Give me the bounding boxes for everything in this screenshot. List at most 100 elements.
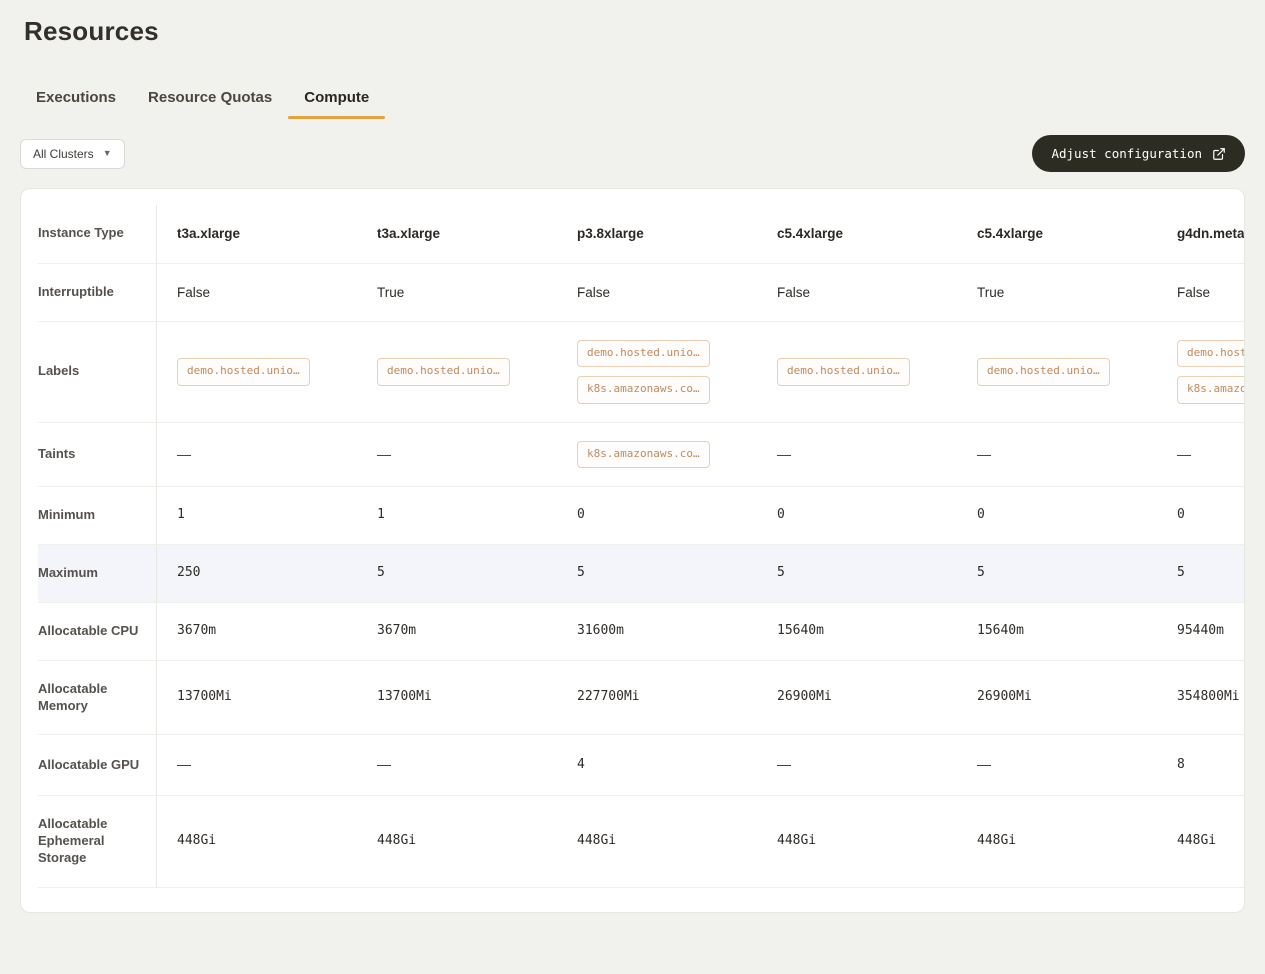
cell-taints-col3: k8s.amazonaws.co…: [557, 423, 757, 486]
label-chip: demo.hosted.unio…: [1177, 340, 1245, 367]
tab-executions[interactable]: Executions: [20, 79, 132, 119]
cell-gpu-col4: —: [757, 735, 957, 795]
cell-minimum-col3: 0: [557, 487, 757, 544]
cell-ephemeral-col2: 448Gi: [357, 813, 557, 870]
table-row-instance_type: Instance Typet3a.xlarget3a.xlargep3.8xla…: [38, 205, 1245, 264]
chevron-down-icon: ▼: [103, 149, 112, 158]
label-chip: k8s.amazonaws.co…: [577, 376, 710, 403]
cell-labels-col2: demo.hosted.unio…: [357, 340, 557, 403]
adjust-configuration-label: Adjust configuration: [1051, 146, 1202, 161]
taint-chip: k8s.amazonaws.co…: [577, 441, 710, 468]
empty-value: —: [177, 756, 191, 772]
cell-cpu-col4: 15640m: [757, 603, 957, 660]
cell-minimum-col5: 0: [957, 487, 1157, 544]
cell-ephemeral-col4: 448Gi: [757, 813, 957, 870]
row-header-memory: Allocatable Memory: [38, 661, 157, 735]
cell-taints-col1: —: [157, 427, 357, 481]
empty-value: —: [977, 756, 991, 772]
cluster-filter-dropdown[interactable]: All Clusters ▼: [20, 139, 125, 169]
cell-memory-col3: 227700Mi: [557, 669, 757, 726]
cell-interruptible-col3: False: [557, 264, 757, 322]
row-header-interruptible: Interruptible: [38, 264, 157, 322]
cell-instance_type-col5: c5.4xlarge: [957, 205, 1157, 263]
row-header-maximum: Maximum: [38, 545, 157, 602]
label-chip: k8s.amazonaws.co…: [1177, 376, 1245, 403]
cell-gpu-col2: —: [357, 735, 557, 795]
row-header-labels: Labels: [38, 322, 157, 422]
cell-gpu-col6: 8: [1157, 737, 1245, 794]
cell-memory-col1: 13700Mi: [157, 669, 357, 726]
table-row-interruptible: InterruptibleFalseTrueFalseFalseTrueFals…: [38, 264, 1245, 323]
cell-instance_type-col2: t3a.xlarge: [357, 205, 557, 263]
page-title: Resources: [24, 16, 1245, 47]
label-chip: demo.hosted.unio…: [377, 358, 510, 385]
cell-interruptible-col6: False: [1157, 264, 1245, 322]
table-row-gpu: Allocatable GPU——4——8: [38, 735, 1245, 796]
cluster-filter-label: All Clusters: [33, 147, 94, 161]
cell-instance_type-col3: p3.8xlarge: [557, 205, 757, 263]
toolbar: All Clusters ▼ Adjust configuration: [20, 135, 1245, 172]
cell-labels-col4: demo.hosted.unio…: [757, 340, 957, 403]
row-header-taints: Taints: [38, 423, 157, 486]
compute-table: Instance Typet3a.xlarget3a.xlargep3.8xla…: [38, 205, 1245, 888]
tab-compute[interactable]: Compute: [288, 79, 385, 119]
row-header-cpu: Allocatable CPU: [38, 603, 157, 660]
row-header-gpu: Allocatable GPU: [38, 735, 157, 795]
table-row-minimum: Minimum110000: [38, 487, 1245, 545]
table-row-maximum: Maximum25055555: [38, 545, 1245, 603]
cell-labels-col1: demo.hosted.unio…: [157, 340, 357, 403]
external-link-icon: [1212, 147, 1226, 161]
cell-cpu-col6: 95440m: [1157, 603, 1245, 660]
cell-labels-col6: demo.hosted.unio… k8s.amazonaws.co…: [1157, 322, 1245, 422]
table-row-cpu: Allocatable CPU3670m3670m31600m15640m156…: [38, 603, 1245, 661]
cell-interruptible-col5: True: [957, 264, 1157, 322]
cell-cpu-col3: 31600m: [557, 603, 757, 660]
label-chip: demo.hosted.unio…: [177, 358, 310, 385]
cell-maximum-col1: 250: [157, 545, 357, 602]
row-header-instance_type: Instance Type: [38, 205, 157, 263]
cell-maximum-col3: 5: [557, 545, 757, 602]
cell-minimum-col1: 1: [157, 487, 357, 544]
cell-interruptible-col4: False: [757, 264, 957, 322]
cell-cpu-col5: 15640m: [957, 603, 1157, 660]
cell-labels-col5: demo.hosted.unio…: [957, 340, 1157, 403]
cell-ephemeral-col3: 448Gi: [557, 813, 757, 870]
cell-minimum-col6: 0: [1157, 487, 1245, 544]
table-row-labels: Labels demo.hosted.unio… demo.hosted.unio……: [38, 322, 1245, 423]
cell-maximum-col6: 5: [1157, 545, 1245, 602]
cell-cpu-col2: 3670m: [357, 603, 557, 660]
tab-bar: Executions Resource Quotas Compute: [20, 79, 1245, 119]
cell-maximum-col5: 5: [957, 545, 1157, 602]
cell-ephemeral-col6: 448Gi: [1157, 813, 1245, 870]
cell-labels-col3: demo.hosted.unio…k8s.amazonaws.co…: [557, 322, 757, 422]
cell-gpu-col1: —: [157, 735, 357, 795]
compute-table-card: Instance Typet3a.xlarget3a.xlargep3.8xla…: [20, 188, 1245, 913]
table-row-memory: Allocatable Memory13700Mi13700Mi227700Mi…: [38, 661, 1245, 736]
cell-memory-col2: 13700Mi: [357, 669, 557, 726]
label-chip: demo.hosted.unio…: [777, 358, 910, 385]
tab-resource-quotas[interactable]: Resource Quotas: [132, 79, 288, 119]
cell-ephemeral-col1: 448Gi: [157, 813, 357, 870]
cell-gpu-col3: 4: [557, 737, 757, 794]
cell-taints-col4: —: [757, 427, 957, 481]
cell-gpu-col5: —: [957, 735, 1157, 795]
cell-instance_type-col6: g4dn.metal: [1157, 205, 1245, 263]
cell-interruptible-col1: False: [157, 264, 357, 322]
cell-maximum-col2: 5: [357, 545, 557, 602]
cell-memory-col4: 26900Mi: [757, 669, 957, 726]
cell-memory-col5: 26900Mi: [957, 669, 1157, 726]
cell-minimum-col2: 1: [357, 487, 557, 544]
cell-taints-col5: —: [957, 427, 1157, 481]
cell-instance_type-col4: c5.4xlarge: [757, 205, 957, 263]
label-chip: demo.hosted.unio…: [977, 358, 1110, 385]
cell-interruptible-col2: True: [357, 264, 557, 322]
cell-taints-col6: —: [1157, 427, 1245, 481]
empty-value: —: [777, 756, 791, 772]
cell-cpu-col1: 3670m: [157, 603, 357, 660]
adjust-configuration-button[interactable]: Adjust configuration: [1032, 135, 1245, 172]
cell-memory-col6: 354800Mi: [1157, 669, 1245, 726]
cell-ephemeral-col5: 448Gi: [957, 813, 1157, 870]
resources-page: Resources Executions Resource Quotas Com…: [0, 0, 1265, 933]
table-row-taints: Taints——k8s.amazonaws.co…———: [38, 423, 1245, 487]
cell-maximum-col4: 5: [757, 545, 957, 602]
